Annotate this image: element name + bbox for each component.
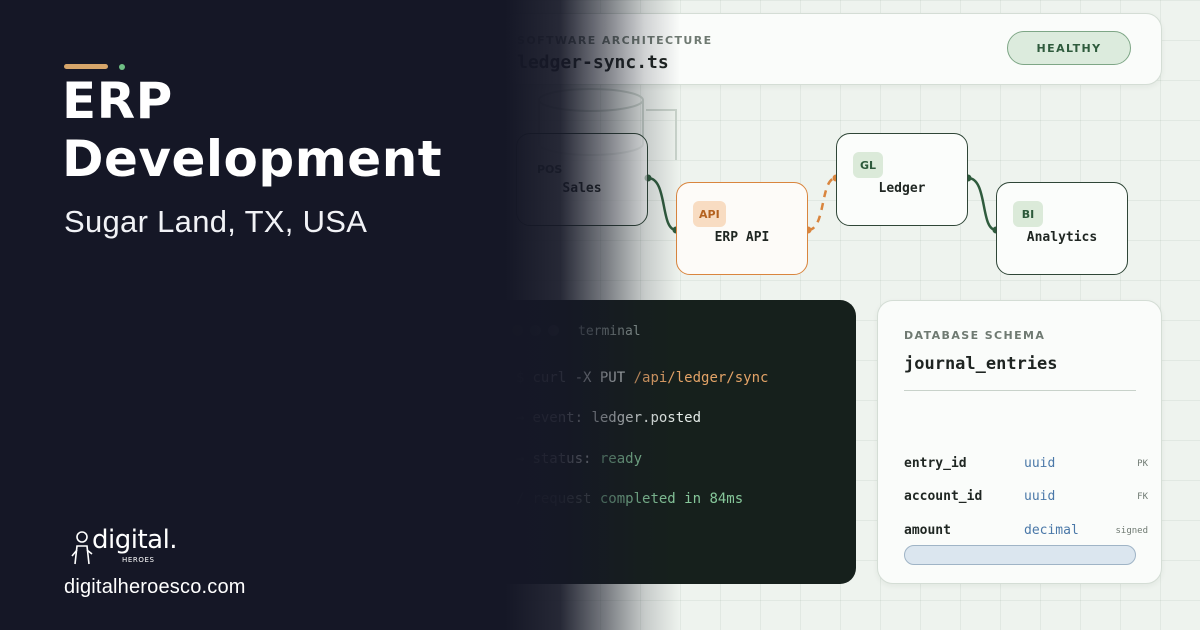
node-label: Sales	[562, 181, 602, 196]
column-type: uuid	[1024, 456, 1056, 471]
window-dot[interactable]	[530, 325, 541, 336]
file-name: ledger-sync.ts	[517, 52, 669, 73]
column-name: amount	[904, 523, 951, 538]
terminal-line: → status: ready	[516, 451, 642, 467]
terminal-window: terminal $ curl -X PUT /api/ledger/sync →…	[488, 300, 856, 584]
title-line: ERP	[62, 72, 173, 130]
database-schema-card: DATABASE SCHEMA journal_entries entry_id…	[877, 300, 1162, 584]
column-type: uuid	[1024, 489, 1056, 504]
terminal-command: curl -X PUT	[532, 370, 634, 386]
schema-row: amount decimal signed	[904, 523, 1148, 541]
title-line: Development	[62, 130, 443, 188]
window-dot[interactable]	[512, 325, 523, 336]
column-name: account_id	[904, 489, 983, 504]
node-sales[interactable]: POS Sales	[516, 133, 648, 226]
logo-wordmark: digital.	[92, 525, 178, 555]
terminal-key: request	[532, 491, 600, 507]
terminal-value: ledger.posted	[591, 410, 702, 426]
hero-figure-icon	[71, 531, 93, 565]
node-label: ERP API	[714, 230, 770, 245]
node-tag: API	[693, 201, 726, 227]
terminal-prompt: →	[516, 410, 525, 426]
window-dot[interactable]	[548, 325, 559, 336]
terminal-line: → event: ledger.posted	[516, 410, 701, 426]
schema-eyebrow: DATABASE SCHEMA	[904, 329, 1046, 342]
terminal-path: /api/ledger/sync	[633, 370, 769, 386]
terminal-line: / request completed in 84ms	[516, 491, 743, 507]
node-tag: BI	[1013, 201, 1043, 227]
terminal-prompt: $	[516, 370, 525, 386]
header-eyebrow: SOFTWARE ARCHITECTURE	[517, 34, 713, 47]
node-label: Ledger	[878, 181, 926, 196]
divider	[904, 390, 1136, 391]
brand-logo[interactable]: digital. HEROES	[70, 525, 190, 572]
node-analytics[interactable]: BI Analytics	[996, 182, 1128, 275]
column-key: PK	[1137, 459, 1148, 469]
column-key: signed	[1115, 526, 1148, 536]
location-text: Sugar Land, TX, USA	[64, 204, 368, 239]
node-erp-api[interactable]: API ERP API	[676, 182, 808, 275]
terminal-title: terminal	[578, 324, 641, 339]
schema-row: entry_id uuid PK	[904, 456, 1148, 474]
accent-bar	[64, 64, 108, 69]
schema-table-name: journal_entries	[904, 354, 1058, 374]
website-link[interactable]: digitalheroesco.com	[64, 576, 246, 599]
status-badge: HEALTHY	[1007, 31, 1131, 65]
accent-dot	[119, 64, 125, 70]
window-controls	[512, 325, 559, 336]
node-tag: GL	[853, 152, 883, 178]
schema-row: account_id uuid FK	[904, 489, 1148, 507]
node-ledger[interactable]: GL Ledger	[836, 133, 968, 226]
terminal-value: ready	[599, 451, 643, 467]
terminal-prompt: /	[516, 491, 525, 507]
terminal-key: status:	[532, 451, 600, 467]
column-type: decimal	[1024, 523, 1079, 538]
schema-highlight-bar	[904, 545, 1136, 565]
column-name: entry_id	[904, 456, 967, 471]
logo-subtext: HEROES	[122, 556, 155, 564]
terminal-key: event:	[532, 410, 592, 426]
file-header-card: SOFTWARE ARCHITECTURE ledger-sync.ts HEA…	[500, 13, 1162, 85]
node-label: Analytics	[1026, 230, 1098, 245]
page-title: ERP Development	[62, 72, 442, 188]
terminal-prompt: →	[516, 451, 525, 467]
terminal-value: completed in 84ms	[599, 491, 744, 507]
column-key: FK	[1137, 492, 1148, 502]
node-tag: POS	[537, 162, 563, 176]
terminal-line: $ curl -X PUT /api/ledger/sync	[516, 370, 768, 386]
